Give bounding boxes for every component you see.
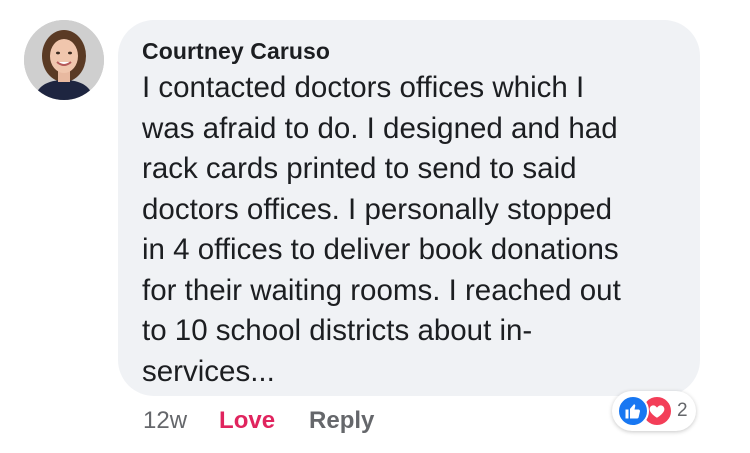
comment-actions: 12w Love Reply	[143, 404, 374, 438]
comment-author[interactable]: Courtney Caruso	[142, 36, 674, 66]
reply-button[interactable]: Reply	[309, 407, 374, 435]
like-icon	[617, 395, 649, 427]
comment-text: I contacted doctors offices which I was …	[142, 71, 621, 388]
reaction-count: 2	[677, 400, 688, 421]
avatar[interactable]	[24, 20, 104, 100]
reaction-summary[interactable]: 2	[612, 391, 696, 431]
comment-timestamp[interactable]: 12w	[143, 407, 187, 435]
avatar-photo	[24, 20, 104, 100]
comment-bubble: Courtney Caruso I contacted doctors offi…	[118, 20, 700, 396]
love-reaction-button[interactable]: Love	[219, 407, 275, 435]
